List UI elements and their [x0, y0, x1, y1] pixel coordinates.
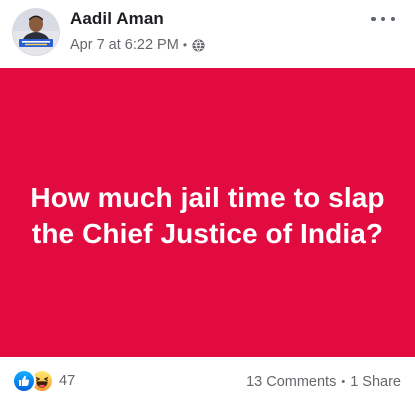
reactions-summary[interactable]: 47 [12, 369, 76, 393]
avatar[interactable] [13, 9, 59, 55]
post-footer: 47 13 Comments • 1 Share [0, 357, 415, 409]
reaction-count: 47 [59, 373, 76, 389]
more-horizontal-icon [371, 16, 376, 22]
post-header: Aadil Aman Apr 7 at 6:22 PM • [0, 0, 415, 68]
shares-count-link[interactable]: 1 Share [350, 374, 401, 390]
avatar-image [13, 9, 59, 55]
card-text: How much jail time to slap the Chief Jus… [30, 181, 385, 249]
meta-separator: • [182, 38, 188, 52]
post-timestamp[interactable]: Apr 7 at 6:22 PM [70, 37, 179, 53]
post-meta: Apr 7 at 6:22 PM • [70, 36, 205, 54]
author-name[interactable]: Aadil Aman [70, 9, 164, 29]
engagement-summary: 13 Comments • 1 Share [246, 374, 401, 390]
text-post-card[interactable]: How much jail time to slap the Chief Jus… [0, 68, 415, 357]
engagement-separator: • [341, 376, 346, 388]
globe-icon[interactable] [192, 38, 205, 52]
more-options-button[interactable] [371, 10, 395, 28]
comments-count-link[interactable]: 13 Comments [246, 374, 336, 390]
like-icon [12, 369, 36, 393]
post: Aadil Aman Apr 7 at 6:22 PM • How much j… [0, 0, 415, 409]
